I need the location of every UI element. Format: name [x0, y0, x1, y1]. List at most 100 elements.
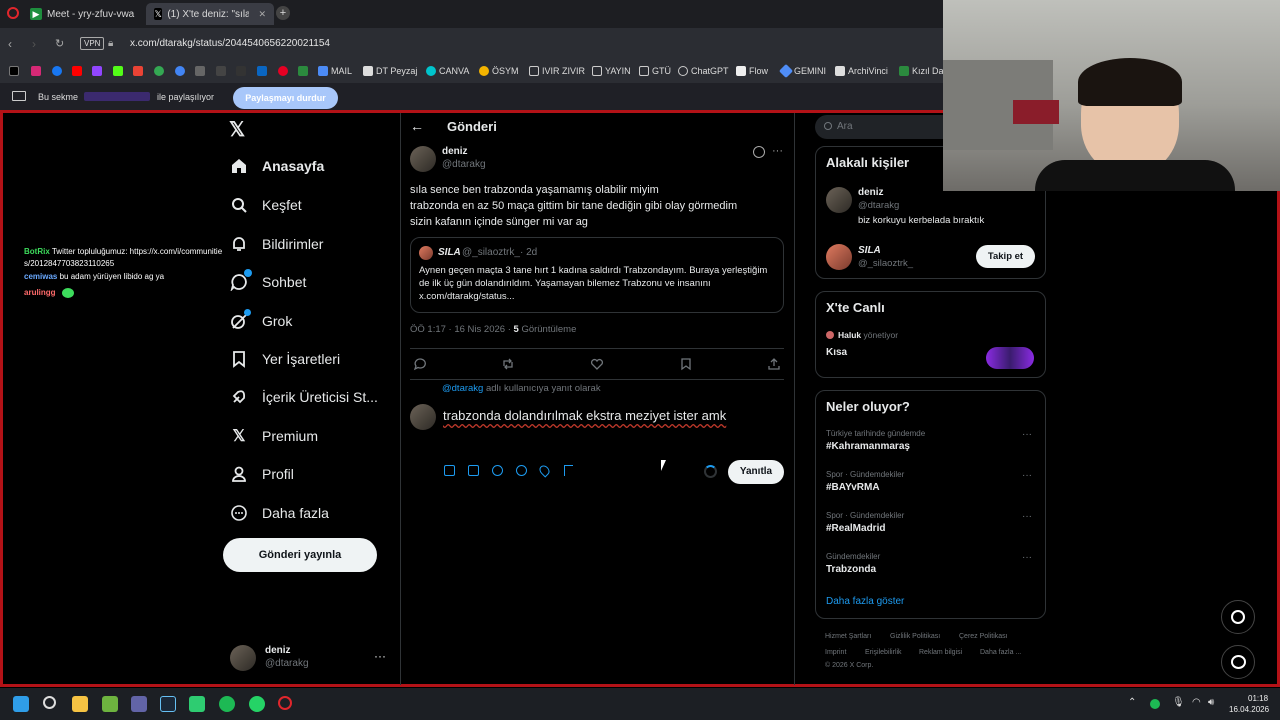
sidebar-item-creator-studio[interactable]: İçerik Üreticisi St...: [230, 382, 378, 412]
app-icon[interactable]: [216, 66, 226, 76]
footer-link[interactable]: Daha fazla ...: [980, 649, 1021, 656]
post-author-name[interactable]: deniz: [442, 146, 468, 157]
reply-icon[interactable]: [413, 357, 427, 374]
grok-compose-icon[interactable]: [492, 465, 503, 476]
reply-input[interactable]: trabzonda dolandırılmak ekstra meziyet i…: [443, 408, 726, 423]
trend-name[interactable]: #BAYvRMA: [826, 482, 880, 493]
opera-taskbar-icon[interactable]: [278, 696, 292, 710]
linkedin-icon[interactable]: [257, 66, 267, 76]
bookmark-kizil-da[interactable]: Kızıl Da: [899, 66, 944, 76]
back-arrow-icon[interactable]: ←: [410, 118, 424, 134]
spotify-icon[interactable]: [219, 696, 235, 712]
more-dots-icon[interactable]: ···: [1022, 511, 1032, 522]
trend-name[interactable]: #RealMadrid: [826, 523, 885, 534]
image-icon[interactable]: [444, 465, 455, 476]
tab-x-post[interactable]: 𝕏 (1) X'te deniz: "sıla sence I ✕: [146, 3, 274, 25]
sidebar-item-profile[interactable]: Profil: [230, 459, 294, 489]
new-tab-button[interactable]: +: [276, 6, 290, 20]
footer-link[interactable]: Hizmet Şartları: [825, 633, 871, 640]
gmail-icon[interactable]: [133, 66, 143, 76]
reload-icon[interactable]: ↻: [55, 37, 64, 50]
more-dots-icon[interactable]: ···: [772, 145, 783, 157]
more-dots-icon[interactable]: ···: [1022, 429, 1032, 440]
sidebar-item-home[interactable]: Anasayfa: [230, 151, 324, 181]
link-icon[interactable]: [195, 66, 205, 76]
sidebar-item-explore[interactable]: Keşfet: [230, 190, 302, 220]
microphone-icon[interactable]: 🎙︎: [1172, 697, 1185, 708]
bookmark-dt-peyzaj[interactable]: DT Peyzaj: [363, 66, 417, 76]
search-icon[interactable]: [43, 696, 56, 709]
maps-icon[interactable]: [154, 66, 164, 76]
spotify-tray-icon[interactable]: [1150, 699, 1160, 709]
bookmark-mail[interactable]: MAIL: [318, 66, 352, 76]
trend-name[interactable]: Trabzonda: [826, 564, 876, 575]
bookmark-canva[interactable]: CANVA: [426, 66, 469, 76]
post-button[interactable]: Gönderi yayınla: [223, 538, 377, 572]
person-name[interactable]: deniz: [858, 187, 884, 198]
post-author-avatar[interactable]: [410, 146, 436, 172]
bookmark-gemini[interactable]: GEMINI: [778, 63, 826, 79]
footer-link[interactable]: Erişilebilirlik: [865, 649, 902, 656]
volume-icon[interactable]: 🔊︎: [1208, 697, 1214, 708]
bookmark-icon[interactable]: [679, 357, 693, 374]
sidebar-item-premium[interactable]: 𝕏 Premium: [230, 421, 318, 451]
grok-post-icon[interactable]: [753, 146, 765, 158]
footer-link[interactable]: Reklam bilgisi: [919, 649, 962, 656]
clock-time[interactable]: 01:18: [1248, 694, 1268, 703]
follow-button[interactable]: Takip et: [976, 245, 1035, 268]
stop-sharing-button[interactable]: Paylaşmayı durdur: [233, 87, 338, 109]
sidebar-item-more[interactable]: Daha fazla: [230, 498, 329, 528]
bookmark-ivir-zivir[interactable]: IVIR ZIVIR: [529, 66, 585, 76]
messages-floating-button[interactable]: [1221, 645, 1255, 679]
footer-link[interactable]: Imprint: [825, 649, 846, 656]
url-field[interactable]: x.com/dtarakg/status/2044540656220021154: [130, 38, 330, 49]
wifi-icon[interactable]: ◠: [1192, 697, 1201, 708]
footer-link[interactable]: Çerez Politikası: [959, 633, 1008, 640]
post-author-handle[interactable]: @dtarakg: [442, 159, 486, 170]
bookmark-yayin[interactable]: YAYIN: [592, 66, 631, 76]
account-switcher[interactable]: deniz @dtarakg ···: [230, 645, 390, 675]
avatar[interactable]: [826, 187, 852, 213]
more-dots-icon[interactable]: ···: [1022, 552, 1032, 563]
bookmark-chatgpt[interactable]: ChatGPT: [678, 66, 729, 76]
clock-date[interactable]: 16.04.2026: [1229, 705, 1269, 714]
footer-link[interactable]: Gizlilik Politikası: [890, 633, 940, 640]
repost-icon[interactable]: [501, 357, 515, 374]
facebook-icon[interactable]: [52, 66, 62, 76]
trend-name[interactable]: #Kahramanmaraş: [826, 441, 910, 452]
pinterest-icon[interactable]: [278, 66, 288, 76]
steam-icon[interactable]: [160, 696, 176, 712]
twitch-icon[interactable]: [92, 66, 102, 76]
more-dots-icon[interactable]: ···: [374, 649, 386, 663]
bookmark-archivinci[interactable]: ArchiVinci: [835, 66, 888, 76]
sidebar-item-grok[interactable]: Grok: [230, 306, 292, 336]
chevron-up-icon[interactable]: ⌃: [1128, 697, 1136, 708]
opera-icon[interactable]: [7, 7, 19, 19]
grok-floating-button[interactable]: [1221, 600, 1255, 634]
sidebar-item-notifications[interactable]: Bildirimler: [230, 229, 323, 259]
back-icon[interactable]: ‹: [8, 37, 12, 51]
vpn-badge[interactable]: VPN: [80, 37, 105, 50]
close-tab-icon[interactable]: ✕: [258, 9, 266, 20]
instagram-icon[interactable]: [31, 66, 41, 76]
bookmark-gtu[interactable]: GTÜ: [639, 66, 671, 76]
reply-button[interactable]: Yanıtla: [728, 460, 784, 484]
x-logo[interactable]: 𝕏: [229, 117, 245, 142]
whatsapp-icon[interactable]: [249, 696, 265, 712]
youtube-icon[interactable]: [72, 66, 82, 76]
live-space-name[interactable]: Kısa: [826, 347, 847, 358]
kick-icon[interactable]: [113, 66, 123, 76]
tab-meet[interactable]: ▶ Meet - yry-zfuv-vwa: [22, 3, 144, 25]
more-dots-icon[interactable]: ···: [1022, 470, 1032, 481]
show-more-link[interactable]: Daha fazla göster: [826, 596, 904, 607]
x-bookmark-icon[interactable]: [9, 66, 19, 76]
bookmark-osym[interactable]: ÖSYM: [479, 66, 519, 76]
avatar[interactable]: [826, 244, 852, 270]
replying-to-handle[interactable]: @dtarakg: [442, 383, 483, 394]
sidebar-item-bookmarks[interactable]: Yer İşaretleri: [230, 344, 340, 374]
windows-start-icon[interactable]: [13, 696, 29, 712]
app-icon-2[interactable]: [189, 696, 205, 712]
live-participants[interactable]: [986, 347, 1034, 369]
person-name[interactable]: SILA: [858, 245, 881, 256]
gif-icon[interactable]: [468, 465, 479, 476]
